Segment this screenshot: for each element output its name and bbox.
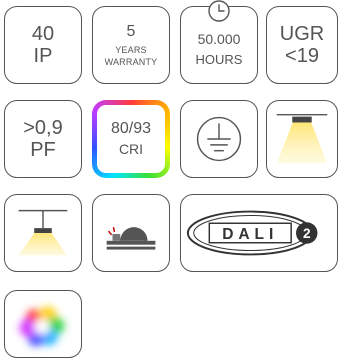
- cri-label: CRI: [118, 141, 144, 157]
- cri-content: 80/93 CRI: [97, 105, 165, 173]
- dali-text: DALI: [222, 226, 278, 243]
- cri-value: 80/93: [110, 120, 152, 137]
- color-spectrum-icon: [19, 306, 65, 347]
- ip-rating-label: IP: [33, 45, 53, 67]
- warranty-years-value: 5: [126, 23, 136, 40]
- lifetime-hours-value: 50.000: [197, 31, 241, 47]
- pendant-light-tile: [4, 194, 82, 272]
- dali-tile: DALI 2: [180, 194, 338, 272]
- saw-tile: [92, 194, 170, 272]
- warranty-label: WARRANTY: [104, 57, 158, 67]
- warranty-years-label: YEARS: [115, 45, 147, 55]
- rgb-tile: [4, 290, 82, 358]
- dali-version: 2: [303, 226, 311, 241]
- lifetime-hours-label: HOURS: [195, 52, 243, 67]
- ip-rating-value: 40: [31, 23, 55, 45]
- ceiling-light-tile: [266, 100, 338, 178]
- cri-tile: 80/93 CRI: [92, 100, 170, 178]
- circular-saw-icon: [106, 227, 156, 250]
- power-factor-tile: >0,9 PF: [4, 100, 82, 178]
- clock-icon: [208, 0, 230, 22]
- ugr-value: <19: [285, 45, 319, 67]
- grounding-tile: [180, 100, 258, 178]
- pendant-lamp-icon: [18, 209, 68, 256]
- ceiling-lamp-icon: [276, 113, 328, 164]
- lifetime-hours-tile: 50.000 HOURS: [180, 0, 258, 84]
- ugr-tile: UGR <19: [266, 6, 338, 84]
- cri-rainbow-border: 80/93 CRI: [92, 100, 170, 178]
- ugr-label: UGR: [279, 23, 325, 45]
- earth-ground-icon: [196, 116, 242, 162]
- ip-rating-tile: 40 IP: [4, 6, 82, 84]
- dali2-logo: DALI 2: [186, 210, 318, 256]
- power-factor-label: PF: [30, 139, 56, 161]
- power-factor-value: >0,9: [23, 117, 63, 139]
- warranty-tile: 5 YEARS WARRANTY: [92, 6, 170, 84]
